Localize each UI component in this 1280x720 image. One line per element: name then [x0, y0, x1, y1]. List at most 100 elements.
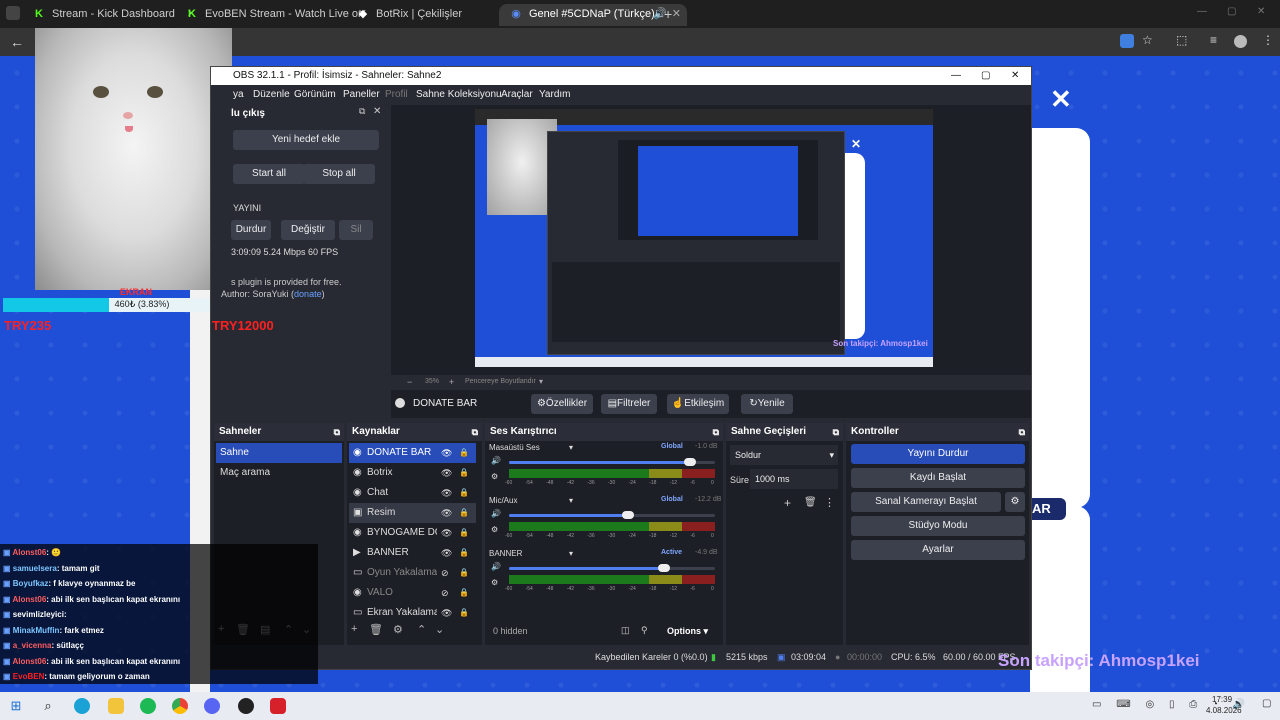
volume-slider-knob[interactable] — [622, 511, 635, 519]
eye-icon[interactable]: 👁 — [441, 483, 452, 503]
source-item[interactable]: ▭ Oyun Yakalama ⊘ 🔒 — [349, 563, 476, 583]
source-item[interactable]: ◉ Chat 👁 🔒 — [349, 483, 476, 503]
menu-help[interactable]: Yardım — [539, 85, 571, 105]
maximize-window-icon[interactable]: ▢ — [1227, 6, 1236, 17]
browser-menu-icon[interactable]: ⋮ — [1262, 33, 1274, 47]
menu-profile[interactable]: Profil — [385, 85, 408, 105]
lock-icon[interactable]: 🔒 — [459, 483, 469, 503]
source-item[interactable]: ◉ Botrix 👁 🔒 — [349, 463, 476, 483]
move-down-icon[interactable]: ⌄ — [435, 623, 444, 636]
menu-edit[interactable]: Düzenle — [253, 85, 290, 105]
refresh-button[interactable]: ↻Yenile — [741, 394, 793, 414]
eye-icon[interactable]: 👁 — [441, 523, 452, 543]
change-target-button[interactable]: Değiştir — [281, 220, 335, 240]
file-explorer-icon[interactable] — [108, 698, 124, 714]
clock-time[interactable]: 17:39 — [1212, 695, 1232, 704]
lock-icon[interactable]: 🔒 — [459, 563, 469, 583]
delete-target-button[interactable]: Sil — [339, 220, 373, 240]
extensions-icon[interactable]: ⬚ — [1176, 33, 1187, 47]
channel-settings-icon[interactable]: ⚙ — [491, 472, 498, 481]
menu-view[interactable]: Görünüm — [294, 85, 336, 105]
add-transition-icon[interactable]: + — [784, 496, 791, 510]
start-all-button[interactable]: Start all — [233, 164, 305, 184]
zoom-in-icon[interactable]: + — [449, 377, 454, 387]
bookmark-star-icon[interactable]: ☆ — [1142, 33, 1153, 47]
obs-maximize-icon[interactable]: ▢ — [981, 67, 990, 85]
channel-settings-icon[interactable]: ⚙ — [491, 525, 498, 534]
obs-minimize-icon[interactable]: — — [951, 67, 961, 85]
start-virtual-camera-button[interactable]: Sanal Kamerayı Başlat — [851, 492, 1001, 512]
eye-icon[interactable]: 👁 — [441, 463, 452, 483]
source-item[interactable]: ◉ DONATE BAR 👁 🔒 — [349, 443, 476, 463]
tab-strip-icon[interactable] — [6, 6, 20, 20]
dock-float-icon[interactable]: ⧉ — [833, 423, 839, 441]
menu-docks[interactable]: Paneller — [343, 85, 380, 105]
search-icon[interactable]: ⌕ — [40, 698, 56, 714]
translate-icon[interactable] — [1120, 34, 1134, 48]
source-item[interactable]: ◉ BYNOGAME DON 👁 🔒 — [349, 523, 476, 543]
source-item[interactable]: ▭ Ekran Yakalama 👁 🔒 — [349, 603, 476, 623]
back-arrow-icon[interactable]: ← — [10, 34, 24, 50]
speaker-icon[interactable]: 🔊 — [491, 456, 501, 465]
scene-item[interactable]: Maç arama — [216, 463, 342, 483]
source-item[interactable]: ▣ Resim 👁 🔒 — [349, 503, 476, 523]
transition-type-select[interactable]: Soldur ▾ — [730, 445, 838, 465]
dock-float-icon[interactable]: ⧉ — [1019, 423, 1025, 441]
reading-list-icon[interactable]: ≡ — [1210, 33, 1217, 47]
lock-icon[interactable]: 🔒 — [459, 603, 469, 623]
stop-stream-target-button[interactable]: Durdur — [231, 220, 271, 240]
close-tab-icon[interactable]: ✕ — [672, 4, 681, 24]
remove-source-icon[interactable]: 🗑 — [369, 623, 383, 636]
lock-icon[interactable]: 🔒 — [459, 503, 469, 523]
stop-streaming-button[interactable]: Yayını Durdur — [851, 444, 1025, 464]
source-item[interactable]: ◉ VALO ⊘ 🔒 — [349, 583, 476, 603]
dock-float-icon[interactable]: ⧉ — [334, 423, 340, 441]
settings-button[interactable]: Ayarlar — [851, 540, 1025, 560]
new-tab-button[interactable]: + — [664, 6, 672, 22]
mixer-layout-icon[interactable]: ◫ — [621, 625, 630, 636]
chevron-down-icon[interactable]: ▾ — [569, 549, 573, 558]
donate-link[interactable]: donate — [294, 289, 322, 299]
speaker-icon[interactable]: 🔊 — [491, 562, 501, 571]
close-modal-icon[interactable]: ✕ — [1050, 84, 1072, 115]
fit-to-window[interactable]: Pencereye Boyutlandır — [465, 378, 536, 385]
speaker-icon[interactable]: 🔊 — [491, 509, 501, 518]
app-icon[interactable] — [270, 698, 286, 714]
discord-icon[interactable] — [204, 698, 220, 714]
obs-icon[interactable] — [238, 698, 254, 714]
scene-item[interactable]: Sahne — [216, 443, 342, 463]
filters-button[interactable]: ▤Filtreler — [601, 394, 657, 414]
eye-icon[interactable]: 👁 — [441, 443, 452, 463]
channel-settings-icon[interactable]: ⚙ — [491, 578, 498, 587]
menu-file[interactable]: ya — [233, 85, 244, 105]
volume-slider-knob[interactable] — [684, 458, 697, 466]
menu-scene-collection[interactable]: Sahne Koleksiyonu — [416, 85, 502, 105]
close-window-icon[interactable]: ✕ — [1257, 6, 1265, 17]
lock-icon[interactable]: 🔒 — [459, 523, 469, 543]
lock-icon[interactable]: 🔒 — [459, 443, 469, 463]
menu-tools[interactable]: Araçlar — [501, 85, 533, 105]
source-item[interactable]: ▶ BANNER 👁 🔒 — [349, 543, 476, 563]
preview-area[interactable]: ✕ Son takipçi: Ahmosp1kei − 35% + Pencer… — [391, 105, 1031, 387]
virtual-camera-settings-icon[interactable]: ⚙ — [1005, 492, 1025, 512]
edge-icon[interactable] — [74, 698, 90, 714]
profile-avatar[interactable] — [1234, 35, 1247, 48]
start-recording-button[interactable]: Kaydı Başlat — [851, 468, 1025, 488]
hidden-eye-icon[interactable]: ⊘ — [441, 583, 449, 603]
zoom-out-icon[interactable]: − — [407, 377, 412, 387]
windows-start-icon[interactable]: ⊞ — [8, 698, 24, 714]
stop-all-button[interactable]: Stop all — [303, 164, 375, 184]
browser-tab-evoben-stream[interactable]: K EvoBEN Stream - Watch Live on ✕ — [175, 4, 373, 26]
notification-icon[interactable]: ▢ — [1262, 698, 1271, 709]
source-settings-icon[interactable]: ⚙ — [393, 623, 403, 636]
mixer-options-button[interactable]: Options ▾ — [667, 626, 708, 637]
clock-date[interactable]: 4.08.2026 — [1206, 706, 1242, 715]
dock-close-icon[interactable]: ✕ — [373, 106, 381, 117]
chrome-icon[interactable] — [172, 698, 188, 714]
minimize-window-icon[interactable]: — — [1197, 6, 1207, 17]
remove-transition-icon[interactable]: 🗑 — [804, 497, 817, 508]
obs-close-icon[interactable]: ✕ — [1011, 67, 1019, 85]
dock-float-icon[interactable]: ⧉ — [472, 423, 478, 441]
spotify-icon[interactable] — [140, 698, 156, 714]
dock-float-icon[interactable]: ⧉ — [713, 423, 719, 441]
